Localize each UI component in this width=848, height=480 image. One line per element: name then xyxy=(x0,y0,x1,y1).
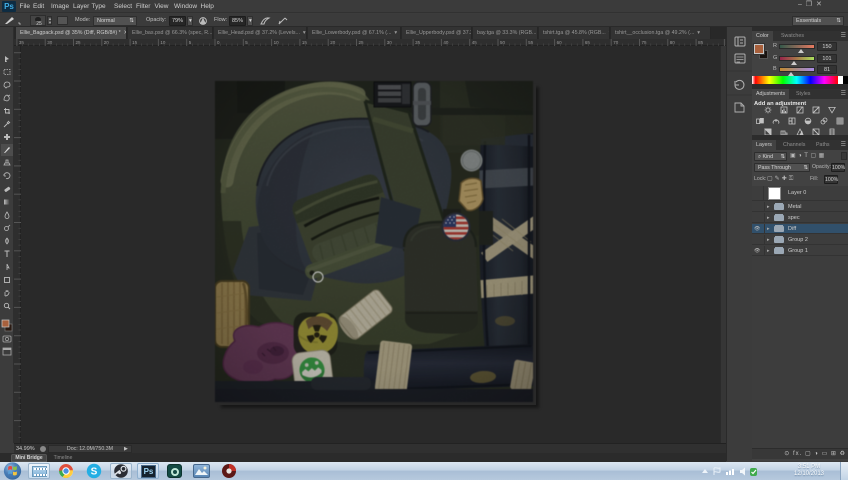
svg-text:40: 40 xyxy=(443,40,449,45)
svg-text:45: 45 xyxy=(472,40,478,45)
svg-text:10: 10 xyxy=(160,40,166,45)
svg-text:65: 65 xyxy=(585,40,591,45)
svg-text:35: 35 xyxy=(415,40,421,45)
svg-text:5: 5 xyxy=(245,40,248,45)
svg-text:85: 85 xyxy=(698,40,704,45)
svg-text:75: 75 xyxy=(642,40,648,45)
svg-text:20: 20 xyxy=(330,40,336,45)
svg-text:30: 30 xyxy=(387,40,393,45)
svg-text:55: 55 xyxy=(528,40,534,45)
svg-text:0: 0 xyxy=(217,40,220,45)
svg-text:10: 10 xyxy=(274,40,280,45)
svg-text:25: 25 xyxy=(76,40,82,45)
svg-text:15: 15 xyxy=(132,40,138,45)
svg-text:50: 50 xyxy=(500,40,506,45)
svg-text:S: S xyxy=(91,467,98,478)
svg-text:25: 25 xyxy=(359,40,365,45)
svg-text:60: 60 xyxy=(557,40,563,45)
svg-text:70: 70 xyxy=(613,40,619,45)
svg-text:80: 80 xyxy=(670,40,676,45)
svg-text:35: 35 xyxy=(19,40,25,45)
svg-text:20: 20 xyxy=(104,40,110,45)
svg-text:5: 5 xyxy=(189,40,192,45)
svg-text:15: 15 xyxy=(302,40,308,45)
svg-text:30: 30 xyxy=(47,40,53,45)
